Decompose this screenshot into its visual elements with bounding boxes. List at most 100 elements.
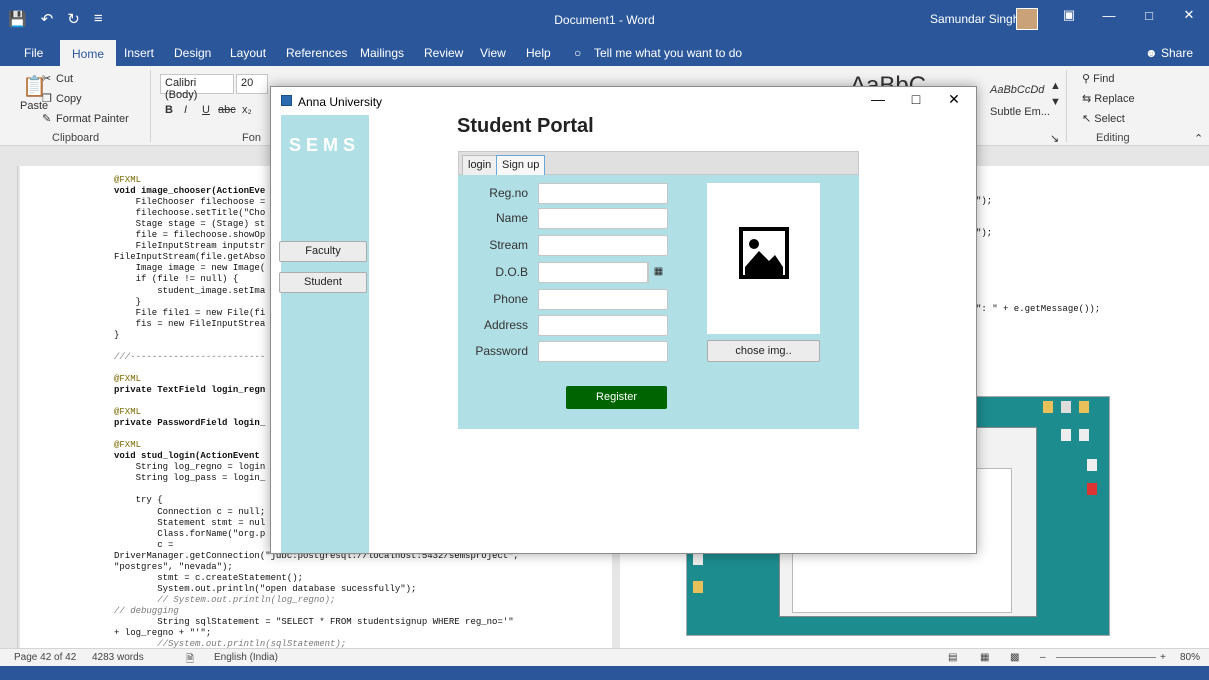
address-label: Address (483, 318, 528, 332)
close-icon[interactable]: ✕ (1169, 0, 1209, 30)
user-name[interactable]: Samundar Singh (930, 12, 1019, 26)
code-line: @FXML (114, 440, 142, 451)
code-line: } (114, 296, 142, 307)
student-button[interactable]: Student (279, 272, 367, 293)
web-layout-icon[interactable]: ▩ (1010, 652, 1019, 663)
cursor-icon: ↖ (1082, 113, 1095, 125)
stream-input[interactable] (538, 235, 668, 256)
tab-design[interactable]: Design (174, 40, 211, 66)
code-line: File file1 = new File(fi (114, 307, 266, 318)
strikethrough-icon[interactable]: abc (218, 104, 236, 116)
subscript-icon[interactable]: x₂ (242, 104, 252, 116)
language[interactable]: English (India) (214, 652, 278, 663)
page-title: Student Portal (457, 115, 594, 137)
tab-layout[interactable]: Layout (230, 40, 266, 66)
tab-insert[interactable]: Insert (124, 40, 154, 66)
cut-button[interactable]: Cut (56, 73, 73, 85)
window-controls: ▣ — □ ✕ (1049, 0, 1209, 30)
dialog-minimize-icon[interactable]: — (863, 91, 893, 107)
font-size-box[interactable]: 20 (236, 74, 268, 94)
dialog-maximize-icon[interactable]: □ (901, 91, 931, 107)
code-line: Statement stmt = nul (114, 517, 266, 528)
tab-mailings[interactable]: Mailings (360, 40, 404, 66)
dialog-close-icon[interactable]: ✕ (939, 91, 969, 108)
name-label: Name (495, 211, 528, 225)
copy-icon: ❐ (42, 93, 52, 105)
styles-launcher-icon[interactable]: ↘ (1050, 132, 1059, 145)
underline-icon[interactable]: U (202, 104, 210, 116)
style-preview-subtle[interactable]: AaBbCcDd (990, 84, 1044, 96)
address-input[interactable] (538, 315, 668, 336)
zoom-in-icon[interactable]: + (1160, 652, 1166, 663)
student-photo-preview (707, 183, 820, 334)
tab-review[interactable]: Review (424, 40, 463, 66)
minimize-icon[interactable]: — (1089, 0, 1129, 30)
desktop-file-icon (1079, 429, 1089, 441)
desktop-folder-icon (693, 581, 703, 593)
code-line: Connection c = null; (114, 506, 266, 517)
search-icon: ⚲ (1082, 73, 1094, 85)
name-input[interactable] (538, 208, 668, 229)
reg-no-input[interactable] (538, 183, 668, 204)
replace-label: Replace (1094, 93, 1135, 105)
desktop-folder-icon (1079, 401, 1089, 413)
choose-image-button[interactable]: chose img.. (707, 340, 820, 362)
zoom-out-icon[interactable]: – (1040, 652, 1046, 663)
format-painter-button[interactable]: Format Painter (56, 113, 129, 125)
desktop-doc-icon (1087, 459, 1097, 471)
share-label: Share (1160, 46, 1193, 60)
phone-input[interactable] (538, 289, 668, 310)
avatar[interactable] (1016, 8, 1038, 30)
desktop-file-icon (1043, 401, 1053, 413)
italic-icon[interactable]: I (184, 104, 187, 116)
zoom-slider[interactable] (1056, 657, 1156, 658)
password-input[interactable] (538, 341, 668, 362)
brand-logo-text: SEMS (289, 135, 361, 155)
sign-up-form: Reg.no Name Stream D.O.B ▦ Phone Address… (458, 175, 859, 429)
ribbon-display-icon[interactable]: ▣ (1049, 0, 1089, 30)
font-group-label: Fon (242, 132, 261, 144)
tell-me-box[interactable]: Tell me what you want to do (594, 40, 742, 66)
styles-scroll-up-icon[interactable]: ▲ (1050, 80, 1061, 92)
copy-button[interactable]: Copy (56, 93, 82, 105)
lightbulb-icon: ○ (574, 46, 582, 60)
tab-references[interactable]: References (286, 40, 347, 66)
tab-home[interactable]: Home (60, 40, 117, 66)
tab-sign-up[interactable]: Sign up (496, 155, 546, 176)
tab-help[interactable]: Help (526, 40, 551, 66)
faculty-button[interactable]: Faculty (279, 241, 367, 262)
maximize-icon[interactable]: □ (1129, 0, 1169, 30)
zoom-level[interactable]: 80% (1180, 652, 1200, 663)
code-line: String log_regno = login (114, 462, 266, 473)
find-button[interactable]: ⚲ Find (1082, 72, 1115, 85)
font-name-box[interactable]: Calibri (Body) (160, 74, 234, 101)
code-line: @FXML (114, 407, 142, 418)
read-mode-icon[interactable]: ▤ (948, 652, 957, 663)
tab-file[interactable]: File (24, 40, 43, 66)
code-line: if (file != null) { (114, 274, 239, 285)
print-layout-icon[interactable]: ▦ (980, 652, 989, 663)
dob-input[interactable] (538, 262, 648, 283)
collapse-ribbon-icon[interactable]: ⌃ (1194, 132, 1203, 145)
select-button[interactable]: ↖ Select (1082, 112, 1125, 125)
replace-button[interactable]: ⇆ Replace (1082, 92, 1135, 105)
taskbar-strip (0, 666, 1209, 680)
word-count[interactable]: 4283 words (92, 652, 144, 663)
share-button[interactable]: ☻ Share (1145, 46, 1193, 60)
desktop-pdf-icon (1087, 483, 1097, 495)
code-line: String log_pass = login_ (114, 473, 266, 484)
register-button[interactable]: Register (566, 386, 667, 409)
code-line: Image image = new Image( (114, 263, 266, 274)
styles-scroll-down-icon[interactable]: ▼ (1050, 96, 1061, 108)
tab-view[interactable]: View (480, 40, 506, 66)
page-count[interactable]: Page 42 of 42 (14, 652, 76, 663)
bold-icon[interactable]: B (165, 104, 173, 116)
calendar-icon[interactable]: ▦ (648, 262, 668, 283)
tab-login[interactable]: login (462, 155, 498, 176)
phone-label: Phone (493, 292, 528, 306)
editing-group-label: Editing (1096, 132, 1130, 144)
code-line: // debugging (114, 605, 179, 616)
code-line: String sqlStatement = "SELECT * FROM stu… (114, 617, 514, 627)
portal-tab-strip: login Sign up (458, 151, 859, 176)
code-line: FileInputStream inputstr (114, 241, 266, 252)
